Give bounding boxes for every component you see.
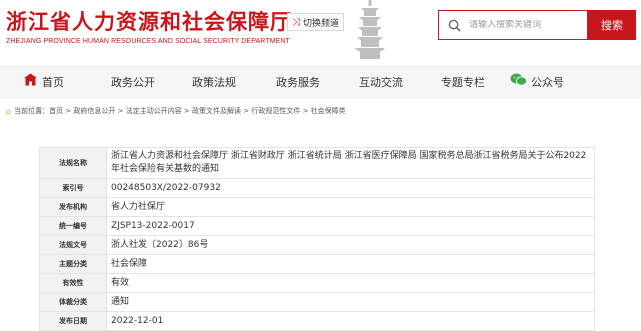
row-value: 通知 bbox=[106, 292, 595, 312]
table-row: 法规名称 浙江省人力资源和社会保障厅 浙江省财政厅 浙江省统计局 浙江省医疗保障… bbox=[39, 147, 595, 179]
wechat-icon bbox=[510, 67, 527, 98]
nav-item-label: 首页 bbox=[42, 76, 64, 89]
row-value: 2022-12-01 bbox=[106, 311, 595, 331]
nav-item-home[interactable]: 首页 bbox=[23, 67, 64, 98]
row-value: ZJSP13-2022-0017 bbox=[106, 216, 595, 236]
table-row: 发布机构 省人力社保厅 bbox=[39, 197, 595, 217]
switch-channel-button[interactable]: ⤨ 切换频道 bbox=[287, 13, 345, 31]
row-label: 法规名称 bbox=[39, 147, 107, 179]
search-icon bbox=[439, 11, 469, 39]
table-row: 索引号 00248503X/2022-07932 bbox=[39, 178, 595, 198]
row-value: 有效 bbox=[106, 273, 595, 293]
table-row: 主题分类 社会保障 bbox=[39, 254, 595, 274]
document-info-table: 法规名称 浙江省人力资源和社会保障厅 浙江省财政厅 浙江省统计局 浙江省医疗保障… bbox=[39, 147, 595, 331]
switch-channel-label: 切换频道 bbox=[303, 18, 340, 29]
row-label: 法规文号 bbox=[39, 235, 107, 255]
site-subtitle: ZHEJIANG PROVINCE HUMAN RESOURCES AND SO… bbox=[6, 38, 290, 45]
table-row: 体裁分类 通知 bbox=[39, 292, 595, 312]
table-row: 法规文号 浙人社发〔2022〕86号 bbox=[39, 235, 595, 255]
row-label: 主题分类 bbox=[39, 254, 107, 274]
table-row: 有效性 有效 bbox=[39, 273, 595, 293]
row-label: 体裁分类 bbox=[39, 292, 107, 312]
row-label: 发布机构 bbox=[39, 197, 107, 217]
row-label: 统一编号 bbox=[39, 216, 107, 236]
home-pin-icon: ⌂ bbox=[6, 106, 12, 116]
row-value: 省人力社保厅 bbox=[106, 197, 595, 217]
table-row: 统一编号 ZJSP13-2022-0017 bbox=[39, 216, 595, 236]
search-button[interactable]: 搜索 bbox=[588, 10, 636, 40]
row-label: 索引号 bbox=[39, 178, 107, 198]
home-icon bbox=[23, 67, 38, 98]
row-value: 社会保障 bbox=[106, 254, 595, 274]
main-nav: 首页 政务公开 政策法规 政务服务 互动交流 专题专栏 公众号 bbox=[0, 66, 641, 98]
search-box bbox=[438, 10, 588, 40]
nav-item-interaction[interactable]: 互动交流 bbox=[359, 67, 403, 98]
nav-item-policies[interactable]: 政策法规 bbox=[192, 67, 236, 98]
nav-item-label: 公众号 bbox=[531, 76, 564, 89]
row-value: 00248503X/2022-07932 bbox=[106, 178, 595, 198]
pagoda-icon bbox=[355, 0, 385, 59]
breadcrumb-text[interactable]: 当前位置：首页 > 政府信息公开 > 法定主动公开内容 > 政策文件及解读 > … bbox=[14, 106, 346, 116]
nav-item-services[interactable]: 政务服务 bbox=[276, 67, 320, 98]
shuffle-icon: ⤨ bbox=[292, 16, 300, 28]
site-title[interactable]: 浙江省人力资源和社会保障厅 bbox=[6, 6, 292, 36]
row-label: 发布日期 bbox=[39, 311, 107, 331]
row-value: 浙江省人力资源和社会保障厅 浙江省财政厅 浙江省统计局 浙江省医疗保障局 国家税… bbox=[106, 147, 595, 179]
site-header: 浙江省人力资源和社会保障厅 ZHEJIANG PROVINCE HUMAN RE… bbox=[0, 0, 641, 62]
row-label: 有效性 bbox=[39, 273, 107, 293]
nav-item-wechat[interactable]: 公众号 bbox=[510, 67, 564, 98]
nav-item-topics[interactable]: 专题专栏 bbox=[441, 67, 485, 98]
search-input[interactable] bbox=[469, 20, 579, 30]
row-value: 浙人社发〔2022〕86号 bbox=[106, 235, 595, 255]
breadcrumb: ⌂ 当前位置：首页 > 政府信息公开 > 法定主动公开内容 > 政策文件及解读 … bbox=[6, 106, 346, 116]
table-row: 发布日期 2022-12-01 bbox=[39, 311, 595, 331]
nav-item-government-affairs[interactable]: 政务公开 bbox=[111, 67, 155, 98]
